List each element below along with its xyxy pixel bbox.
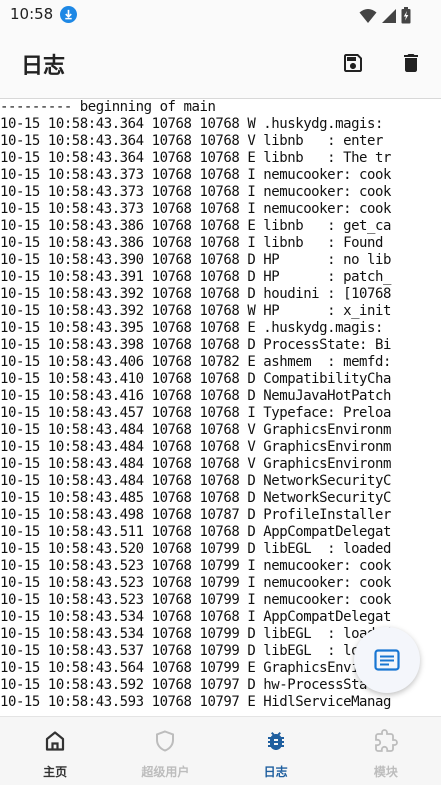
log-line: --------- beginning of main <box>0 99 216 115</box>
log-line: 10-15 10:58:43.373 10768 10768 I nemucoo… <box>0 167 391 183</box>
nav-item-1[interactable]: 超级用户 <box>110 717 220 785</box>
nav-label: 主页 <box>43 765 68 779</box>
nav-label: 日志 <box>263 765 288 779</box>
save-icon <box>344 54 362 72</box>
status-bar: 10:58 <box>0 0 441 30</box>
page-title: 日志 <box>21 54 66 79</box>
log-line: 10-15 10:58:43.364 10768 10768 W .huskyd… <box>0 116 383 132</box>
log-line: 10-15 10:58:43.373 10768 10768 I nemucoo… <box>0 184 391 200</box>
log-line: 10-15 10:58:43.392 10768 10768 D houdini… <box>0 286 391 302</box>
log-line: 10-15 10:58:43.484 10768 10768 V Graphic… <box>0 422 391 438</box>
signal-icon <box>381 8 397 28</box>
log-line: 10-15 10:58:43.364 10768 10768 V libnb :… <box>0 133 383 149</box>
log-line: 10-15 10:58:43.390 10768 10768 D HP : no… <box>0 252 391 268</box>
status-indicators <box>359 7 411 28</box>
log-line: 10-15 10:58:43.485 10768 10768 D Network… <box>0 490 391 506</box>
log-line: 10-15 10:58:43.392 10768 10768 W HP : x_… <box>0 303 391 319</box>
log-view[interactable]: --------- beginning of main 10-15 10:58:4… <box>0 99 441 716</box>
app-bar: 日志 <box>0 30 441 98</box>
log-line: 10-15 10:58:43.520 10768 10799 D libEGL … <box>0 541 391 557</box>
log-line: 10-15 10:58:43.511 10768 10768 D AppComp… <box>0 524 391 540</box>
wifi-icon <box>359 8 377 28</box>
log-line: 10-15 10:58:43.523 10768 10799 I nemucoo… <box>0 575 391 591</box>
clear-log-button[interactable] <box>398 50 424 76</box>
log-line: 10-15 10:58:43.386 10768 10768 E libnb :… <box>0 218 391 234</box>
home-icon <box>43 729 67 757</box>
delete-icon <box>404 54 418 72</box>
nav-item-2[interactable]: 日志 <box>221 717 331 785</box>
log-line: 10-15 10:58:43.593 10768 10797 E HidlSer… <box>0 694 391 710</box>
log-line: 10-15 10:58:43.498 10768 10787 D Profile… <box>0 507 391 523</box>
log-line: 10-15 10:58:43.398 10768 10768 D Process… <box>0 337 391 353</box>
log-line: 10-15 10:58:43.395 10768 10768 E .huskyd… <box>0 320 383 336</box>
log-line: 10-15 10:58:43.484 10768 10768 V Graphic… <box>0 456 391 472</box>
log-line: 10-15 10:58:43.373 10768 10768 I nemucoo… <box>0 201 391 217</box>
nav-label: 超级用户 <box>141 765 190 779</box>
log-line: 10-15 10:58:43.406 10768 10782 E ashmem … <box>0 354 391 370</box>
save-log-button[interactable] <box>340 50 366 76</box>
log-line: 10-15 10:58:43.391 10768 10768 D HP : pa… <box>0 269 391 285</box>
status-time: 10:58 <box>10 5 54 23</box>
document-icon <box>374 649 400 671</box>
download-notification-icon <box>60 6 77 23</box>
log-line: 10-15 10:58:43.484 10768 10768 D Network… <box>0 473 391 489</box>
log-details-fab[interactable] <box>354 627 420 693</box>
log-line: 10-15 10:58:43.364 10768 10768 E libnb :… <box>0 150 391 166</box>
log-line: 10-15 10:58:43.416 10768 10768 D NemuJav… <box>0 388 391 404</box>
bottom-navigation: 主页 超级用户 日志 模块 <box>0 716 441 785</box>
bug-icon <box>264 729 288 757</box>
log-line: 10-15 10:58:43.523 10768 10799 I nemucoo… <box>0 592 391 608</box>
nav-label: 模块 <box>373 765 398 779</box>
nav-item-3[interactable]: 模块 <box>331 717 441 785</box>
log-line: 10-15 10:58:43.410 10768 10768 D Compati… <box>0 371 391 387</box>
log-line: 10-15 10:58:43.523 10768 10799 I nemucoo… <box>0 558 391 574</box>
log-line: 10-15 10:58:43.457 10768 10768 I Typefac… <box>0 405 391 421</box>
shield-icon <box>153 729 177 757</box>
log-line: 10-15 10:58:43.484 10768 10768 V Graphic… <box>0 439 391 455</box>
log-line: 10-15 10:58:43.534 10768 10768 I AppComp… <box>0 609 391 625</box>
puzzle-icon <box>374 729 398 757</box>
log-line: 10-15 10:58:43.386 10768 10768 I libnb :… <box>0 235 383 251</box>
battery-charging-icon <box>401 7 411 28</box>
nav-item-0[interactable]: 主页 <box>0 717 110 785</box>
